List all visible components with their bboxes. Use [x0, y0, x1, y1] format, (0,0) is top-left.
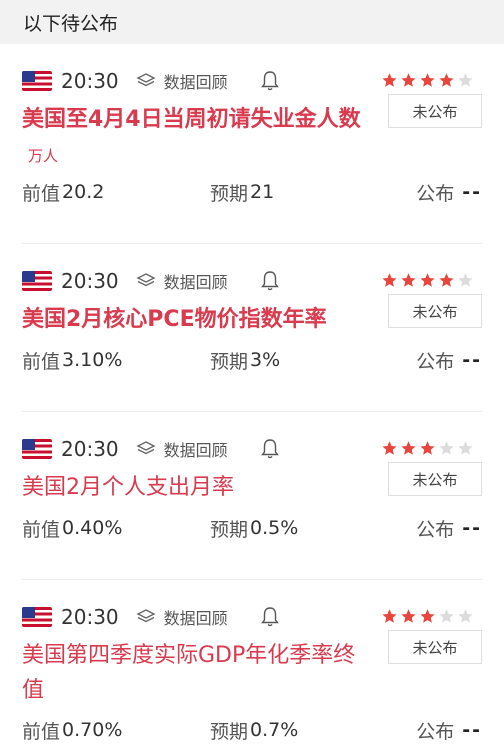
bell-icon[interactable] — [260, 606, 280, 628]
star-empty-icon — [458, 609, 473, 623]
event-time: 20:30 — [61, 437, 119, 461]
event-time: 20:30 — [61, 605, 119, 629]
us-flag-icon — [22, 271, 52, 291]
star-filled-icon — [382, 73, 397, 87]
star-filled-icon — [420, 73, 435, 87]
importance-stars — [379, 608, 474, 625]
star-filled-icon — [420, 273, 435, 287]
event-title-text: 美国至4月4日当周初请失业金人数 — [22, 107, 361, 132]
data-review-link[interactable]: 数据回顾 — [164, 437, 228, 461]
us-flag-icon — [22, 439, 52, 459]
star-filled-icon — [382, 273, 397, 287]
expected-value: 21 — [250, 181, 275, 203]
published-label: 公布 — [416, 720, 455, 743]
previous-value: 0.40% — [62, 517, 123, 539]
event-title[interactable]: 美国2月核心PCE物价指数年率 — [22, 302, 367, 337]
event-time: 20:30 — [61, 269, 119, 293]
calendar-item[interactable]: 20:30 数据回顾 美国至4月4日当周初请失业金人数万人 未公布 前值 20.… — [22, 44, 482, 244]
expected-value: 0.7% — [250, 719, 299, 741]
expected-label: 预期 — [210, 182, 249, 205]
star-filled-icon — [401, 73, 416, 87]
expected-label: 预期 — [210, 518, 249, 541]
expected-label: 预期 — [210, 720, 249, 743]
published-value: -- — [462, 517, 482, 539]
star-filled-icon — [401, 609, 416, 623]
event-title-text: 美国第四季度实际GDP年化季率终值 — [22, 643, 356, 703]
event-title[interactable]: 美国至4月4日当周初请失业金人数万人 — [22, 102, 367, 174]
unpublished-button[interactable]: 未公布 — [388, 462, 482, 496]
expected-value: 0.5% — [250, 517, 299, 539]
star-filled-icon — [382, 609, 397, 623]
star-empty-icon — [458, 441, 473, 455]
star-empty-icon — [458, 73, 473, 87]
published-value: -- — [462, 349, 482, 371]
published-label: 公布 — [416, 182, 455, 205]
unpublished-button[interactable]: 未公布 — [388, 294, 482, 328]
previous-value: 0.70% — [62, 719, 123, 741]
unpublished-button[interactable]: 未公布 — [388, 94, 482, 128]
event-title-text: 美国2月核心PCE物价指数年率 — [22, 307, 327, 332]
calendar-item[interactable]: 20:30 数据回顾 美国2月个人支出月率 未公布 前值 0.40% 预期 0.5… — [22, 412, 482, 580]
calendar-item[interactable]: 20:30 数据回顾 美国2月核心PCE物价指数年率 未公布 前值 3.10% … — [22, 244, 482, 412]
data-review-link[interactable]: 数据回顾 — [164, 605, 228, 629]
bell-icon[interactable] — [260, 438, 280, 460]
event-time: 20:30 — [61, 69, 119, 93]
star-filled-icon — [382, 441, 397, 455]
us-flag-icon — [22, 71, 52, 91]
star-filled-icon — [439, 73, 454, 87]
previous-label: 前值 — [22, 518, 61, 541]
us-flag-icon — [22, 607, 52, 627]
previous-value: 3.10% — [62, 349, 123, 371]
published-value: -- — [462, 181, 482, 203]
importance-stars — [379, 72, 474, 89]
section-header: 以下待公布 — [0, 0, 504, 44]
bell-icon[interactable] — [260, 70, 280, 92]
calendar-item[interactable]: 20:30 数据回顾 美国第四季度实际GDP年化季率终值 未公布 前值 0.70… — [22, 580, 482, 756]
star-filled-icon — [401, 441, 416, 455]
bell-icon[interactable] — [260, 270, 280, 292]
star-empty-icon — [439, 441, 454, 455]
published-label: 公布 — [416, 350, 455, 373]
event-unit: 万人 — [28, 147, 59, 165]
published-label: 公布 — [416, 518, 455, 541]
layers-icon[interactable] — [136, 271, 156, 291]
layers-icon[interactable] — [136, 607, 156, 627]
star-filled-icon — [420, 609, 435, 623]
previous-value: 20.2 — [62, 181, 105, 203]
layers-icon[interactable] — [136, 439, 156, 459]
data-review-link[interactable]: 数据回顾 — [164, 69, 228, 93]
star-filled-icon — [420, 441, 435, 455]
event-title[interactable]: 美国2月个人支出月率 — [22, 470, 367, 505]
previous-label: 前值 — [22, 350, 61, 373]
previous-label: 前值 — [22, 182, 61, 205]
section-title: 以下待公布 — [23, 12, 119, 35]
star-empty-icon — [458, 273, 473, 287]
data-review-link[interactable]: 数据回顾 — [164, 269, 228, 293]
importance-stars — [379, 440, 474, 457]
unpublished-button[interactable]: 未公布 — [388, 630, 482, 664]
expected-label: 预期 — [210, 350, 249, 373]
star-empty-icon — [439, 609, 454, 623]
event-title[interactable]: 美国第四季度实际GDP年化季率终值 — [22, 638, 367, 708]
importance-stars — [379, 272, 474, 289]
layers-icon[interactable] — [136, 71, 156, 91]
expected-value: 3% — [250, 349, 281, 371]
published-value: -- — [462, 719, 482, 741]
event-title-text: 美国2月个人支出月率 — [22, 475, 234, 500]
star-filled-icon — [401, 273, 416, 287]
star-filled-icon — [439, 273, 454, 287]
previous-label: 前值 — [22, 720, 61, 743]
